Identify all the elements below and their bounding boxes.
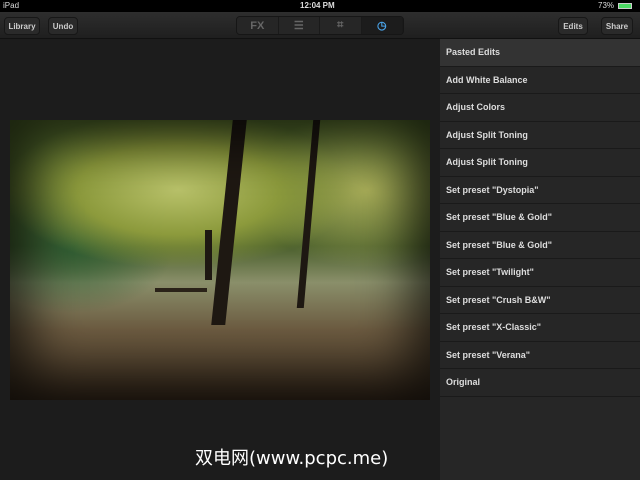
history-list: Pasted Edits Add White Balance Adjust Co… bbox=[440, 39, 640, 480]
history-item[interactable]: Pasted Edits bbox=[440, 39, 640, 67]
photo-preview[interactable] bbox=[10, 120, 430, 400]
battery-percent: 73% bbox=[598, 1, 615, 10]
history-item[interactable]: Set preset "Blue & Gold" bbox=[440, 232, 640, 259]
vignette bbox=[10, 120, 430, 400]
history-item[interactable]: Set preset "Twilight" bbox=[440, 259, 640, 287]
history-item[interactable]: Add White Balance bbox=[440, 67, 640, 94]
crop-icon: ⌗ bbox=[337, 19, 344, 31]
fx-tab[interactable]: FX bbox=[237, 17, 279, 34]
history-item[interactable]: Adjust Colors bbox=[440, 94, 640, 122]
watermark: 双电网(www.pcpc.me) bbox=[195, 448, 389, 469]
battery-icon bbox=[618, 3, 632, 9]
toolbar: Library Undo FX ☰ ⌗ ◷ Edits Share bbox=[0, 12, 640, 39]
library-button[interactable]: Library bbox=[4, 17, 40, 35]
history-tab[interactable]: ◷ bbox=[361, 17, 403, 34]
mode-segmented-control: FX ☰ ⌗ ◷ bbox=[236, 16, 404, 35]
history-item[interactable]: Set preset "Verana" bbox=[440, 342, 640, 369]
status-bar: iPad 12:04 PM 73% bbox=[0, 0, 640, 12]
history-item[interactable]: Set preset "Blue & Gold" bbox=[440, 204, 640, 232]
clock: 12:04 PM bbox=[300, 1, 335, 10]
share-button[interactable]: Share bbox=[601, 17, 633, 35]
history-item[interactable]: Set preset "Dystopia" bbox=[440, 177, 640, 204]
undo-button[interactable]: Undo bbox=[48, 17, 78, 35]
history-item[interactable]: Adjust Split Toning bbox=[440, 149, 640, 177]
history-item[interactable]: Set preset "X-Classic" bbox=[440, 314, 640, 342]
clock-icon: ◷ bbox=[376, 20, 387, 32]
edits-button[interactable]: Edits bbox=[558, 17, 588, 35]
adjust-tab[interactable]: ☰ bbox=[278, 17, 320, 34]
sliders-icon: ☰ bbox=[293, 20, 304, 32]
history-item[interactable]: Adjust Split Toning bbox=[440, 122, 640, 149]
history-item[interactable]: Original bbox=[440, 369, 640, 397]
crop-tab[interactable]: ⌗ bbox=[320, 17, 362, 34]
history-item[interactable]: Set preset "Crush B&W" bbox=[440, 287, 640, 314]
device-name: iPad bbox=[3, 1, 20, 10]
